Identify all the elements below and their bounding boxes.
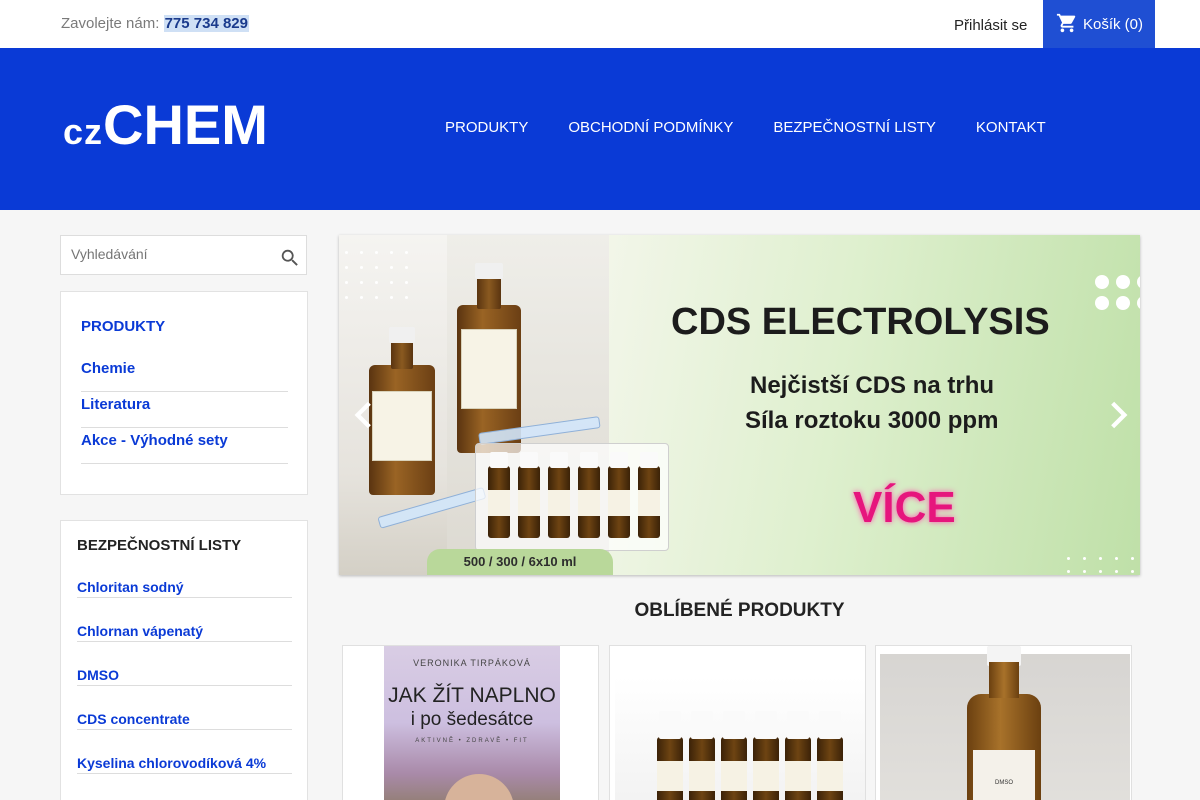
volume-badge: 500 / 300 / 6x10 ml — [427, 549, 613, 575]
safety-sheet-item[interactable]: Kyselina chlorovodíková 4% — [77, 755, 292, 799]
book-title: JAK ŽÍT NAPLNO — [388, 684, 556, 707]
slider-subtitle: Nejčistší CDS na trhu — [750, 372, 995, 399]
bottle-label: DMSO — [995, 780, 1013, 786]
search-input[interactable] — [71, 246, 271, 262]
shopping-cart-icon — [1056, 13, 1076, 33]
decorative-dots — [1095, 275, 1140, 310]
hero-slider[interactable]: 500 / 300 / 6x10 ml CDS ELECTROLYSIS Nej… — [339, 235, 1140, 575]
product-card[interactable] — [609, 645, 866, 800]
category-title[interactable]: PRODUKTY — [81, 318, 165, 335]
nav-kontakt[interactable]: KONTAKT — [976, 119, 1046, 136]
search-box — [60, 235, 307, 275]
book-tagline: AKTIVNĚ • ZDRAVĚ • FIT — [415, 738, 529, 744]
phone-link[interactable]: 775 734 829 — [163, 15, 249, 32]
safety-sheet-item[interactable]: Chloritan sodný — [77, 579, 292, 623]
book-cover[interactable]: VERONIKA TIRPÁKOVÁ JAK ŽÍT NAPLNO i po š… — [384, 646, 560, 800]
slider-title: CDS ELECTROLYSIS — [671, 301, 1050, 343]
top-bar: Zavolejte nám: 775 734 829 Přihlásit se … — [0, 0, 1200, 48]
book-subtitle: i po šedesátce — [410, 709, 534, 730]
safety-sheet-item[interactable]: DMSO — [77, 667, 292, 711]
logo-main: CHEM — [103, 93, 268, 156]
book-photo — [444, 774, 514, 800]
featured-title: Oblíbené produkty — [634, 600, 845, 621]
category-item-akce[interactable]: Akce - Výhodné sety — [81, 428, 288, 464]
safety-sheets-box: BEZPEČNOSTNÍ LISTY Chloritan sodný Chlor… — [60, 520, 308, 800]
safety-sheet-label[interactable]: Chlornan vápenatý — [77, 623, 292, 642]
product-photo: 500 / 300 / 6x10 ml — [339, 235, 669, 575]
safety-sheet-item[interactable]: Chlornan vápenatý — [77, 623, 292, 667]
chevron-right-icon[interactable] — [1105, 400, 1131, 430]
cart-button[interactable]: Košík (0) — [1043, 0, 1155, 48]
bottle-small — [369, 327, 435, 495]
safety-sheet-label[interactable]: CDS concentrate — [77, 711, 292, 730]
nav-obchodni-podminky[interactable]: OBCHODNÍ PODMÍNKY — [568, 119, 733, 136]
decorative-dots — [345, 251, 408, 299]
safety-sheets-list: Chloritan sodný Chlornan vápenatý DMSO C… — [77, 579, 292, 799]
nav-produkty[interactable]: PRODUKTY — [445, 119, 528, 136]
contact-info: Zavolejte nám: 775 734 829 — [61, 15, 249, 32]
bottle: DMSO — [967, 646, 1041, 800]
site-header: czCHEM PRODUKTY OBCHODNÍ PODMÍNKY BEZPEČ… — [0, 48, 1200, 210]
decorative-dots — [1067, 557, 1134, 573]
safety-sheet-label[interactable]: DMSO — [77, 667, 292, 686]
search-icon[interactable] — [279, 247, 301, 269]
safety-sheets-title: BEZPEČNOSTNÍ LISTY — [77, 537, 242, 554]
category-box: PRODUKTY Chemie Literatura Akce - Výhodn… — [60, 291, 308, 495]
main-nav: PRODUKTY OBCHODNÍ PODMÍNKY BEZPEČNOSTNÍ … — [445, 119, 1046, 136]
product-card[interactable]: DMSO — [875, 645, 1132, 800]
logo[interactable]: czCHEM — [63, 97, 268, 153]
nav-bezpecnostni-listy[interactable]: BEZPEČNOSTNÍ LISTY — [773, 119, 936, 136]
contact-label: Zavolejte nám: — [61, 15, 160, 32]
safety-sheet-item[interactable]: CDS concentrate — [77, 711, 292, 755]
chevron-left-icon[interactable] — [351, 400, 377, 430]
vial-kit — [475, 443, 669, 551]
slider-cta[interactable]: VÍCE — [853, 483, 956, 533]
cart-label: Košík (0) — [1083, 16, 1144, 33]
category-item-chemie[interactable]: Chemie — [81, 356, 288, 392]
vial-kit-image[interactable] — [615, 677, 865, 800]
logo-prefix: cz — [63, 111, 104, 152]
slider-subtitle: Síla roztoku 3000 ppm — [745, 407, 999, 434]
login-link[interactable]: Přihlásit se — [954, 17, 1027, 34]
category-item-literatura[interactable]: Literatura — [81, 392, 288, 428]
product-card[interactable]: VERONIKA TIRPÁKOVÁ JAK ŽÍT NAPLNO i po š… — [342, 645, 599, 800]
book-author: VERONIKA TIRPÁKOVÁ — [413, 658, 531, 668]
dmso-bottle-image[interactable]: DMSO — [880, 646, 1130, 800]
safety-sheet-label[interactable]: Chloritan sodný — [77, 579, 292, 598]
safety-sheet-label[interactable]: Kyselina chlorovodíková 4% — [77, 755, 292, 774]
category-list: Chemie Literatura Akce - Výhodné sety — [81, 356, 288, 464]
